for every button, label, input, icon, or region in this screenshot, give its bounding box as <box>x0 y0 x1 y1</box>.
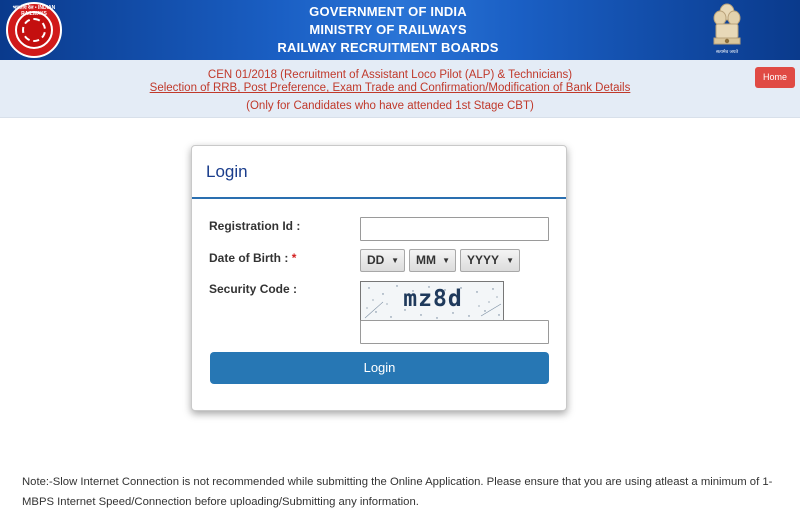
dob-year-value: YYYY <box>467 253 500 267</box>
chevron-down-icon: ▼ <box>391 256 399 265</box>
registration-id-input[interactable] <box>360 217 549 241</box>
date-of-birth-label: Date of Birth : * <box>209 251 296 265</box>
chevron-down-icon: ▼ <box>506 256 514 265</box>
dob-month-value: MM <box>416 253 436 267</box>
header-title: GOVERNMENT OF INDIA MINISTRY OF RAILWAYS… <box>200 3 576 57</box>
dob-year-select[interactable]: YYYY ▼ <box>460 249 520 272</box>
notice-bar: CEN 01/2018 (Recruitment of Assistant Lo… <box>0 60 800 118</box>
date-of-birth-label-text: Date of Birth : <box>209 251 289 265</box>
dob-day-select[interactable]: DD ▼ <box>360 249 405 272</box>
national-emblem-icon: सत्यमेव जयते <box>713 3 741 55</box>
logo-wheel-icon <box>22 18 46 42</box>
login-panel-title: Login <box>206 162 248 181</box>
notice-selection-link[interactable]: Selection of RRB, Post Preference, Exam … <box>100 82 680 94</box>
header-line-government: GOVERNMENT OF INDIA <box>309 4 467 19</box>
required-asterisk: * <box>291 251 297 265</box>
notice-eligibility: (Only for Candidates who have attended 1… <box>246 100 534 112</box>
home-button[interactable]: Home <box>755 67 795 88</box>
notice-cen-title: CEN 01/2018 (Recruitment of Assistant Lo… <box>207 69 573 81</box>
panel-divider <box>192 197 566 199</box>
captcha-code: mz8d <box>403 286 463 312</box>
security-code-label: Security Code : <box>209 282 298 296</box>
connection-note: Note:-Slow Internet Connection is not re… <box>22 476 773 508</box>
security-code-input[interactable] <box>360 320 549 344</box>
chevron-down-icon: ▼ <box>442 256 450 265</box>
login-button[interactable]: Login <box>210 352 549 384</box>
login-panel: Login Registration Id : Date of Birth : … <box>191 145 567 411</box>
indian-railways-logo: भारतीय रेल • INDIAN RAILWAYS <box>6 2 62 58</box>
dob-month-select[interactable]: MM ▼ <box>409 249 456 272</box>
logo-text: भारतीय रेल • INDIAN RAILWAYS <box>12 5 56 17</box>
site-header: भारतीय रेल • INDIAN RAILWAYS GOVERNMENT … <box>0 0 800 60</box>
emblem-caption: सत्यमेव जयते <box>716 48 739 55</box>
header-line-ministry: MINISTRY OF RAILWAYS <box>309 22 467 37</box>
dob-day-value: DD <box>367 253 385 267</box>
captcha-image: mz8d <box>360 281 504 321</box>
header-line-boards: RAILWAY RECRUITMENT BOARDS <box>277 40 499 55</box>
registration-id-label: Registration Id : <box>209 219 301 233</box>
